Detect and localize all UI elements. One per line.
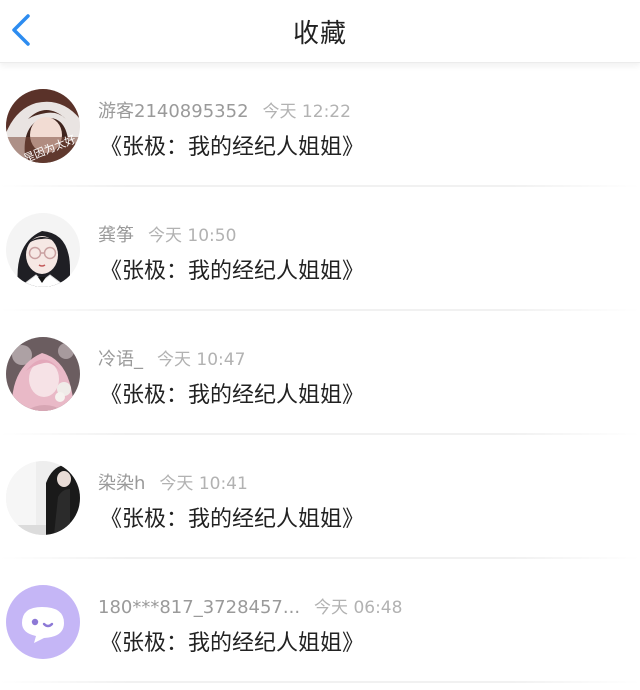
timestamp: 今天 10:47 <box>157 350 246 370</box>
item-meta: 游客2140895352 今天 12:22 <box>98 97 351 123</box>
item-meta: 龚筝 今天 10:50 <box>98 221 236 247</box>
book-title[interactable]: 《张极：我的经纪人姐姐》 <box>100 129 364 161</box>
username[interactable]: 180***817_3728457... <box>98 597 300 618</box>
favorite-list-item[interactable]: 只是因为太好 游客2140895352 今天 12:22 《张极：我的经纪人姐姐》 <box>0 63 640 187</box>
anime-girl-avatar-icon: 只是因为太好 <box>6 89 80 163</box>
dark-figure-icon <box>6 461 80 535</box>
avatar[interactable] <box>6 461 80 535</box>
avatar[interactable]: 只是因为太好 <box>6 89 80 163</box>
divider <box>0 681 640 683</box>
avatar[interactable] <box>6 213 80 287</box>
favorite-list-item[interactable]: 染染h 今天 10:41 《张极：我的经纪人姐姐》 <box>0 435 640 559</box>
favorite-list-item[interactable]: 龚筝 今天 10:50 《张极：我的经纪人姐姐》 <box>0 187 640 311</box>
timestamp: 今天 10:41 <box>159 474 248 494</box>
item-meta: 冷语_ 今天 10:47 <box>98 345 245 371</box>
favorite-list-item[interactable]: 冷语_ 今天 10:47 《张极：我的经纪人姐姐》 <box>0 311 640 435</box>
favorites-list: 只是因为太好 游客2140895352 今天 12:22 《张极：我的经纪人姐姐》 <box>0 63 640 683</box>
book-title[interactable]: 《张极：我的经纪人姐姐》 <box>100 377 364 409</box>
username[interactable]: 龚筝 <box>98 225 134 246</box>
chat-bubble-icon <box>6 585 80 659</box>
avatar[interactable] <box>6 585 80 659</box>
timestamp: 今天 10:50 <box>148 226 237 246</box>
item-meta: 染染h 今天 10:41 <box>98 469 248 495</box>
timestamp: 今天 06:48 <box>314 598 403 618</box>
top-nav-bar: 收藏 <box>0 0 640 63</box>
pink-hair-girl-icon <box>6 337 80 411</box>
username[interactable]: 游客2140895352 <box>98 101 249 122</box>
favorite-list-item[interactable]: 180***817_3728457... 今天 06:48 《张极：我的经纪人姐姐… <box>0 559 640 683</box>
book-title[interactable]: 《张极：我的经纪人姐姐》 <box>100 625 364 657</box>
timestamp: 今天 12:22 <box>262 102 351 122</box>
avatar[interactable] <box>6 337 80 411</box>
anime-girl-glasses-icon <box>6 213 80 287</box>
book-title[interactable]: 《张极：我的经纪人姐姐》 <box>100 253 364 285</box>
username[interactable]: 染染h <box>98 473 145 494</box>
item-meta: 180***817_3728457... 今天 06:48 <box>98 593 402 618</box>
username[interactable]: 冷语_ <box>98 349 143 370</box>
book-title[interactable]: 《张极：我的经纪人姐姐》 <box>100 501 364 533</box>
page-title: 收藏 <box>292 19 347 49</box>
